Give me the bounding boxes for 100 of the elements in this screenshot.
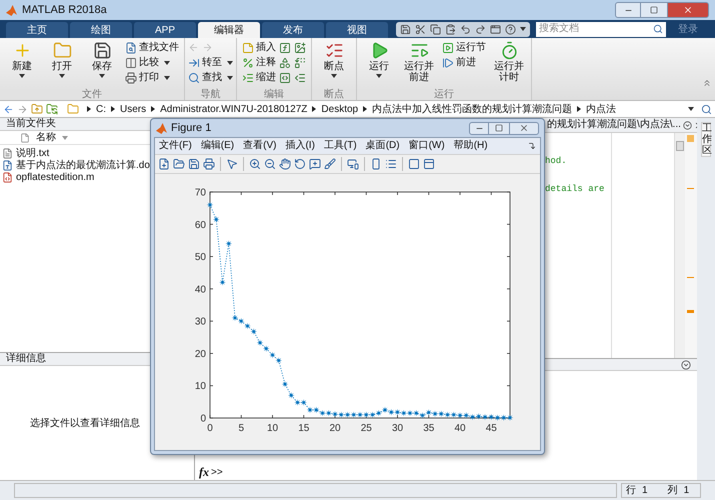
ribbon-button[interactable]: 前进 — [442, 56, 476, 68]
toolbar-button[interactable] — [279, 56, 291, 68]
function-browser-button[interactable]: fx — [199, 463, 209, 481]
toolbar-button[interactable] — [430, 24, 441, 34]
column-header[interactable]: 名称 — [36, 130, 56, 145]
toolbar-button[interactable] — [475, 24, 486, 34]
script-file-icon — [2, 172, 13, 182]
shapes-icon — [279, 56, 291, 68]
path-segment[interactable]: C: — [96, 102, 106, 116]
data-point — [225, 240, 232, 248]
note-icon — [242, 42, 254, 54]
axis-tick-label: 70 — [194, 188, 206, 198]
maximize-button[interactable] — [641, 2, 667, 18]
path-segment[interactable]: 内点法中加入线性罚函数的规划计算潮流问题 — [372, 102, 572, 116]
minimize-button[interactable] — [469, 122, 489, 134]
maximize-button[interactable] — [489, 122, 509, 134]
toolbar-button[interactable] — [158, 158, 170, 170]
ribbon-button[interactable]: 注释 — [242, 56, 276, 68]
toolbar-button[interactable] — [445, 24, 456, 34]
ribbon-button[interactable]: 保存 — [83, 40, 121, 78]
login-link[interactable]: 登录 — [678, 22, 698, 36]
ribbon-tab[interactable]: 绘图 — [70, 22, 132, 38]
toolbar-button[interactable] — [294, 72, 306, 84]
toolbar-button[interactable] — [279, 42, 291, 54]
path-segment[interactable]: 内点法 — [586, 102, 616, 116]
ribbon-tab[interactable]: 视图 — [326, 22, 388, 38]
ribbon-button[interactable]: 运行 — [360, 40, 398, 78]
toolbar-button[interactable] — [423, 158, 435, 170]
ribbon-button[interactable]: 运行并前进 — [400, 40, 438, 83]
toolbar-button[interactable] — [505, 24, 516, 34]
axis-tick-label: 40 — [454, 423, 466, 434]
printer-icon — [203, 158, 215, 170]
ribbon-button[interactable]: 断点 — [315, 40, 353, 78]
toolbar-button[interactable] — [324, 158, 336, 170]
forward-arrow-icon — [202, 42, 213, 53]
ribbon-button[interactable]: 打印 — [125, 72, 170, 84]
toolbar-button[interactable] — [203, 158, 215, 170]
path-segment[interactable]: Desktop — [321, 102, 358, 116]
ribbon-button[interactable]: 缩进 — [242, 72, 276, 84]
toolbar-button[interactable] — [408, 158, 420, 170]
toolbar-button[interactable] — [249, 158, 261, 170]
toolbar-button[interactable] — [264, 158, 276, 170]
toolbar-button[interactable] — [347, 158, 359, 170]
maximize-icon — [495, 124, 503, 132]
ribbon-button[interactable]: 新建 — [3, 40, 41, 78]
menu-item[interactable]: 工具(T) — [324, 140, 357, 152]
minimize-button[interactable] — [615, 2, 641, 18]
axis-tick-label: 45 — [486, 423, 497, 434]
file-search-icon — [125, 42, 137, 54]
chevron-icon — [577, 106, 582, 112]
toolbar-button[interactable] — [460, 24, 471, 34]
ribbon-button[interactable]: 运行节 — [442, 42, 486, 54]
caret-icon — [164, 76, 170, 80]
ribbon-tab[interactable]: APP — [134, 22, 196, 38]
maximize-icon — [650, 6, 658, 14]
toolbar-button[interactable] — [309, 158, 321, 170]
close-button[interactable] — [509, 122, 539, 134]
path-segment[interactable]: Administrator.WIN7U-20180127Z — [160, 102, 308, 116]
side-tab[interactable]: 工作区 — [701, 122, 711, 157]
toolbar-button[interactable] — [294, 158, 306, 170]
ribbon-tab[interactable]: 发布 — [262, 22, 324, 38]
file-item[interactable]: opflatestedition.m — [16, 170, 94, 184]
menu-item[interactable]: 插入(I) — [285, 140, 315, 152]
toolbar-button[interactable] — [294, 42, 306, 54]
file-item[interactable]: 说明.txt — [16, 146, 50, 160]
toolbar-button[interactable] — [370, 158, 382, 170]
ribbon-button[interactable]: 打开 — [43, 40, 81, 78]
ribbon-tab[interactable]: 主页 — [6, 22, 68, 38]
menu-item[interactable]: 窗口(W) — [408, 140, 445, 152]
caret-icon — [99, 74, 105, 78]
toolbar-button[interactable] — [226, 158, 238, 170]
ribbon-tab[interactable]: 编辑器 — [198, 22, 260, 38]
toolbar-button[interactable] — [294, 56, 306, 68]
link-plot-icon — [347, 158, 359, 170]
menu-item[interactable]: 查看(V) — [243, 140, 276, 152]
toolbar-button[interactable] — [490, 24, 501, 34]
toolbar-button[interactable] — [279, 72, 291, 84]
text-file-icon — [2, 148, 13, 158]
menu-item[interactable]: 桌面(D) — [366, 140, 400, 152]
ribbon-button[interactable]: 转至 — [188, 56, 233, 68]
data-tip-icon — [309, 158, 321, 170]
toolbar-button[interactable] — [415, 24, 426, 34]
toolbar-button[interactable] — [173, 158, 185, 170]
toolbar-button[interactable] — [279, 158, 291, 170]
ribbon-button[interactable]: 比较 — [125, 56, 170, 68]
outdent-icon — [294, 72, 306, 84]
ribbon-button[interactable]: 运行并计时 — [490, 40, 528, 83]
chevron-icon — [111, 106, 115, 112]
toolbar-button[interactable] — [188, 158, 200, 170]
ribbon-button[interactable]: 查找 — [188, 72, 233, 84]
editor-tab[interactable]: 的规划计算潮流问题\内点法\... — [547, 119, 681, 131]
menu-item[interactable]: 帮助(H) — [454, 140, 488, 152]
ribbon-button[interactable]: 插入 — [242, 42, 276, 54]
dock-arrow-icon — [528, 142, 536, 150]
ribbon-button[interactable]: 查找文件 — [125, 42, 179, 54]
menu-item[interactable]: 文件(F) — [159, 140, 192, 152]
menu-item[interactable]: 编辑(E) — [200, 140, 234, 152]
file-item[interactable]: 基于内点法的最优潮流计算.do — [16, 158, 150, 172]
path-segment[interactable]: Users — [120, 102, 146, 116]
toolbar-button[interactable] — [400, 24, 411, 34]
